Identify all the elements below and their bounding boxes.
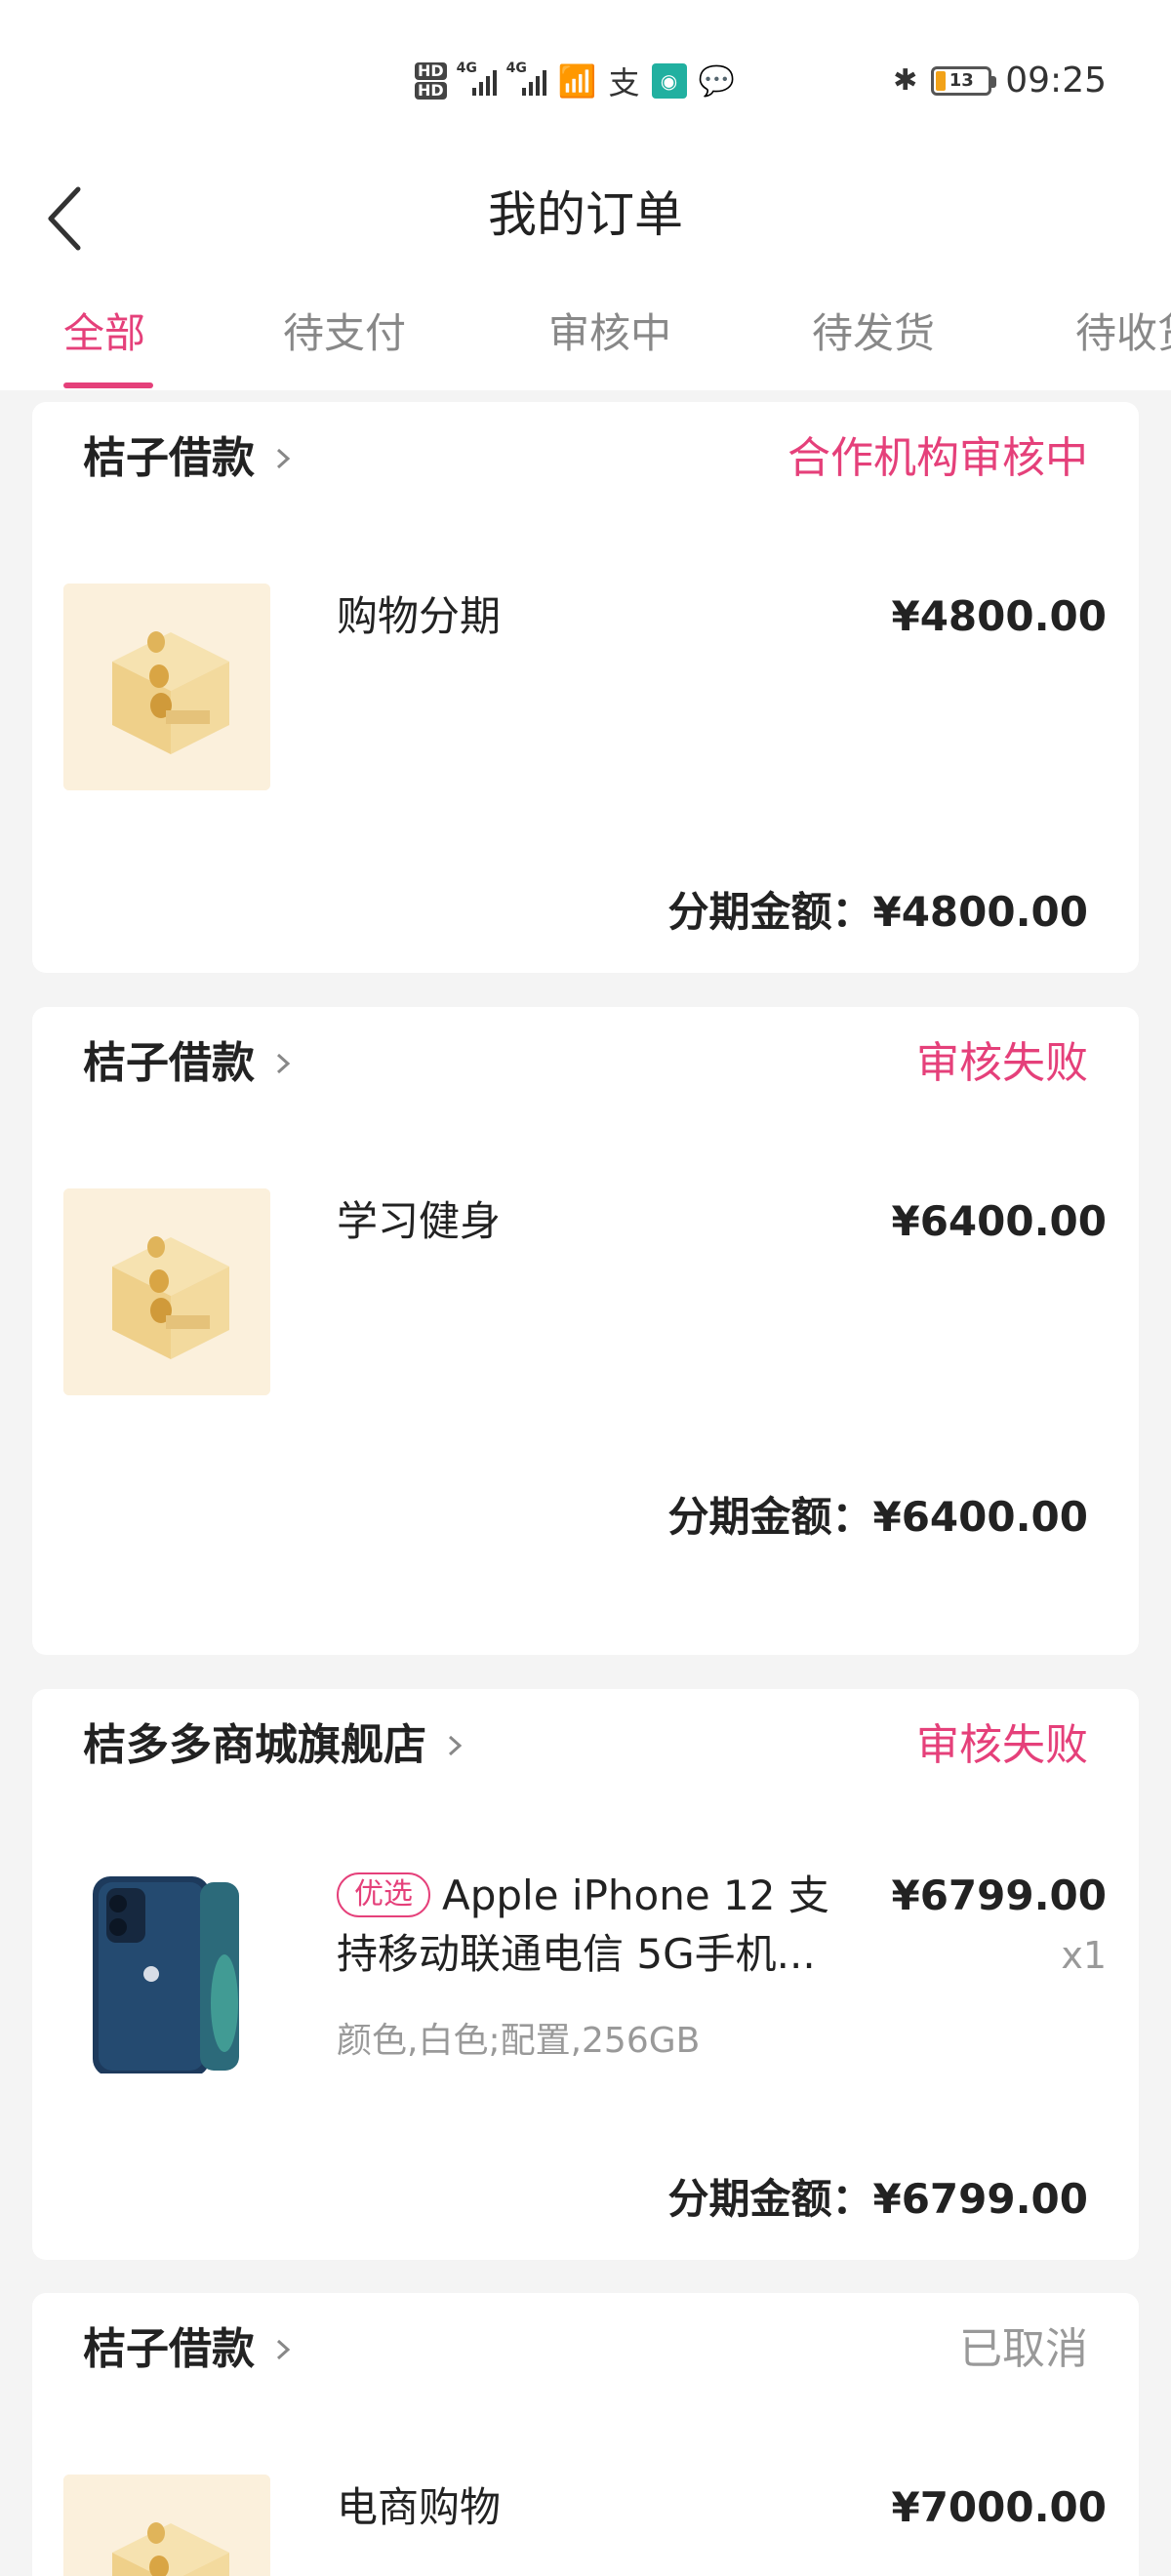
order-card[interactable]: 桔子借款 已取消 电商购物 ¥7000.00 <box>32 2293 1139 2576</box>
store-link[interactable]: 桔子借款 <box>83 429 294 488</box>
total-value: ¥4800.00 <box>872 888 1088 936</box>
product-thumbnail <box>63 2475 270 2576</box>
alipay-icon: 支 <box>608 64 640 101</box>
tab-under-review[interactable]: 审核中 <box>548 304 671 363</box>
item-price: ¥7000.00 <box>891 2483 1107 2531</box>
item-title: 学习健身 <box>337 1197 502 1245</box>
battery-icon: 13 <box>931 65 997 96</box>
clock: 09:25 <box>1005 60 1107 101</box>
app-notification-icon: ◉ <box>651 63 687 99</box>
installment-total: 分期金额：¥6400.00 <box>667 1488 1088 1547</box>
iphone-image <box>63 1867 270 2073</box>
hd-icon: HD HD <box>415 61 447 101</box>
coin-box-icon <box>63 1188 270 1395</box>
order-status: 审核失败 <box>916 1038 1088 1088</box>
store-link[interactable]: 桔多多商城旗舰店 <box>83 1716 465 1775</box>
tab-pending-receipt[interactable]: 待收货 <box>1075 304 1171 363</box>
coin-box-icon <box>63 2475 270 2576</box>
header: 我的订单 <box>0 166 1171 293</box>
store-name: 桔子借款 <box>83 2324 255 2374</box>
wechat-icon: 💬 <box>698 63 735 99</box>
bluetooth-icon: ✱ <box>893 63 918 98</box>
chevron-right-icon <box>276 1053 291 1074</box>
total-label: 分期金额： <box>667 1493 873 1541</box>
order-card[interactable]: 桔子借款 审核失败 学习健身 ¥6400.00 分期金额：¥6400.00 <box>32 1007 1139 1655</box>
coin-box-icon <box>63 584 270 790</box>
tab-pending-payment[interactable]: 待支付 <box>283 304 406 363</box>
item-spec: 颜色,白色;配置,256GB <box>337 2021 701 2061</box>
item-quantity: x1 <box>1061 1934 1107 1977</box>
item-title: 优选 Apple iPhone 12 支持移动联通电信 5G手机... <box>337 1867 864 1984</box>
tab-all[interactable]: 全部 <box>63 304 145 363</box>
order-card[interactable]: 桔多多商城旗舰店 审核失败 优选 Apple iPhone 12 支持移动联通电信… <box>32 1689 1139 2260</box>
wifi-icon: 📶 <box>557 62 597 100</box>
product-thumbnail <box>63 1188 270 1395</box>
status-icons: HD HD 4G 4G 📶 支 ◉ 💬 <box>415 59 735 103</box>
store-name: 桔子借款 <box>83 1038 255 1088</box>
tab-pending-shipment[interactable]: 待发货 <box>812 304 935 363</box>
status-bar: HD HD 4G 4G 📶 支 ◉ 💬 ✱ 13 09:25 <box>0 0 1171 166</box>
chevron-right-icon <box>276 448 291 469</box>
store-link[interactable]: 桔子借款 <box>83 1034 294 1093</box>
total-value: ¥6400.00 <box>872 1493 1088 1541</box>
chevron-right-icon <box>276 2339 291 2360</box>
item-title: 电商购物 <box>337 2483 502 2531</box>
installment-total: 分期金额：¥6799.00 <box>667 2170 1088 2229</box>
active-tab-indicator <box>63 382 153 388</box>
store-name: 桔子借款 <box>83 433 255 483</box>
item-title: 购物分期 <box>337 592 502 640</box>
store-name: 桔多多商城旗舰店 <box>83 1720 426 1770</box>
total-label: 分期金额： <box>667 2175 873 2223</box>
product-thumbnail <box>63 1867 270 2073</box>
total-label: 分期金额： <box>667 888 873 936</box>
status-right: ✱ 13 09:25 <box>893 60 1107 101</box>
installment-total: 分期金额：¥4800.00 <box>667 883 1088 942</box>
order-card[interactable]: 桔子借款 合作机构审核中 购物分期 ¥4800.00 分期金额：¥4800.00 <box>32 402 1139 973</box>
signal-icon: 4G <box>457 60 497 96</box>
battery-level: 13 <box>949 70 974 91</box>
store-link[interactable]: 桔子借款 <box>83 2320 294 2379</box>
total-value: ¥6799.00 <box>872 2175 1088 2223</box>
chevron-right-icon <box>448 1735 463 1756</box>
product-thumbnail <box>63 584 270 790</box>
item-price: ¥6799.00 <box>891 1872 1107 1919</box>
order-tabs: 全部 待支付 审核中 待发货 待收货 <box>0 293 1171 390</box>
order-status: 已取消 <box>959 2324 1088 2374</box>
order-status: 合作机构审核中 <box>787 433 1088 483</box>
item-price: ¥4800.00 <box>891 592 1107 640</box>
preferred-tag: 优选 <box>337 1872 430 1917</box>
order-status: 审核失败 <box>916 1720 1088 1770</box>
page-title: 我的订单 <box>488 186 683 243</box>
signal-icon: 4G <box>506 60 546 96</box>
item-price: ¥6400.00 <box>891 1197 1107 1245</box>
